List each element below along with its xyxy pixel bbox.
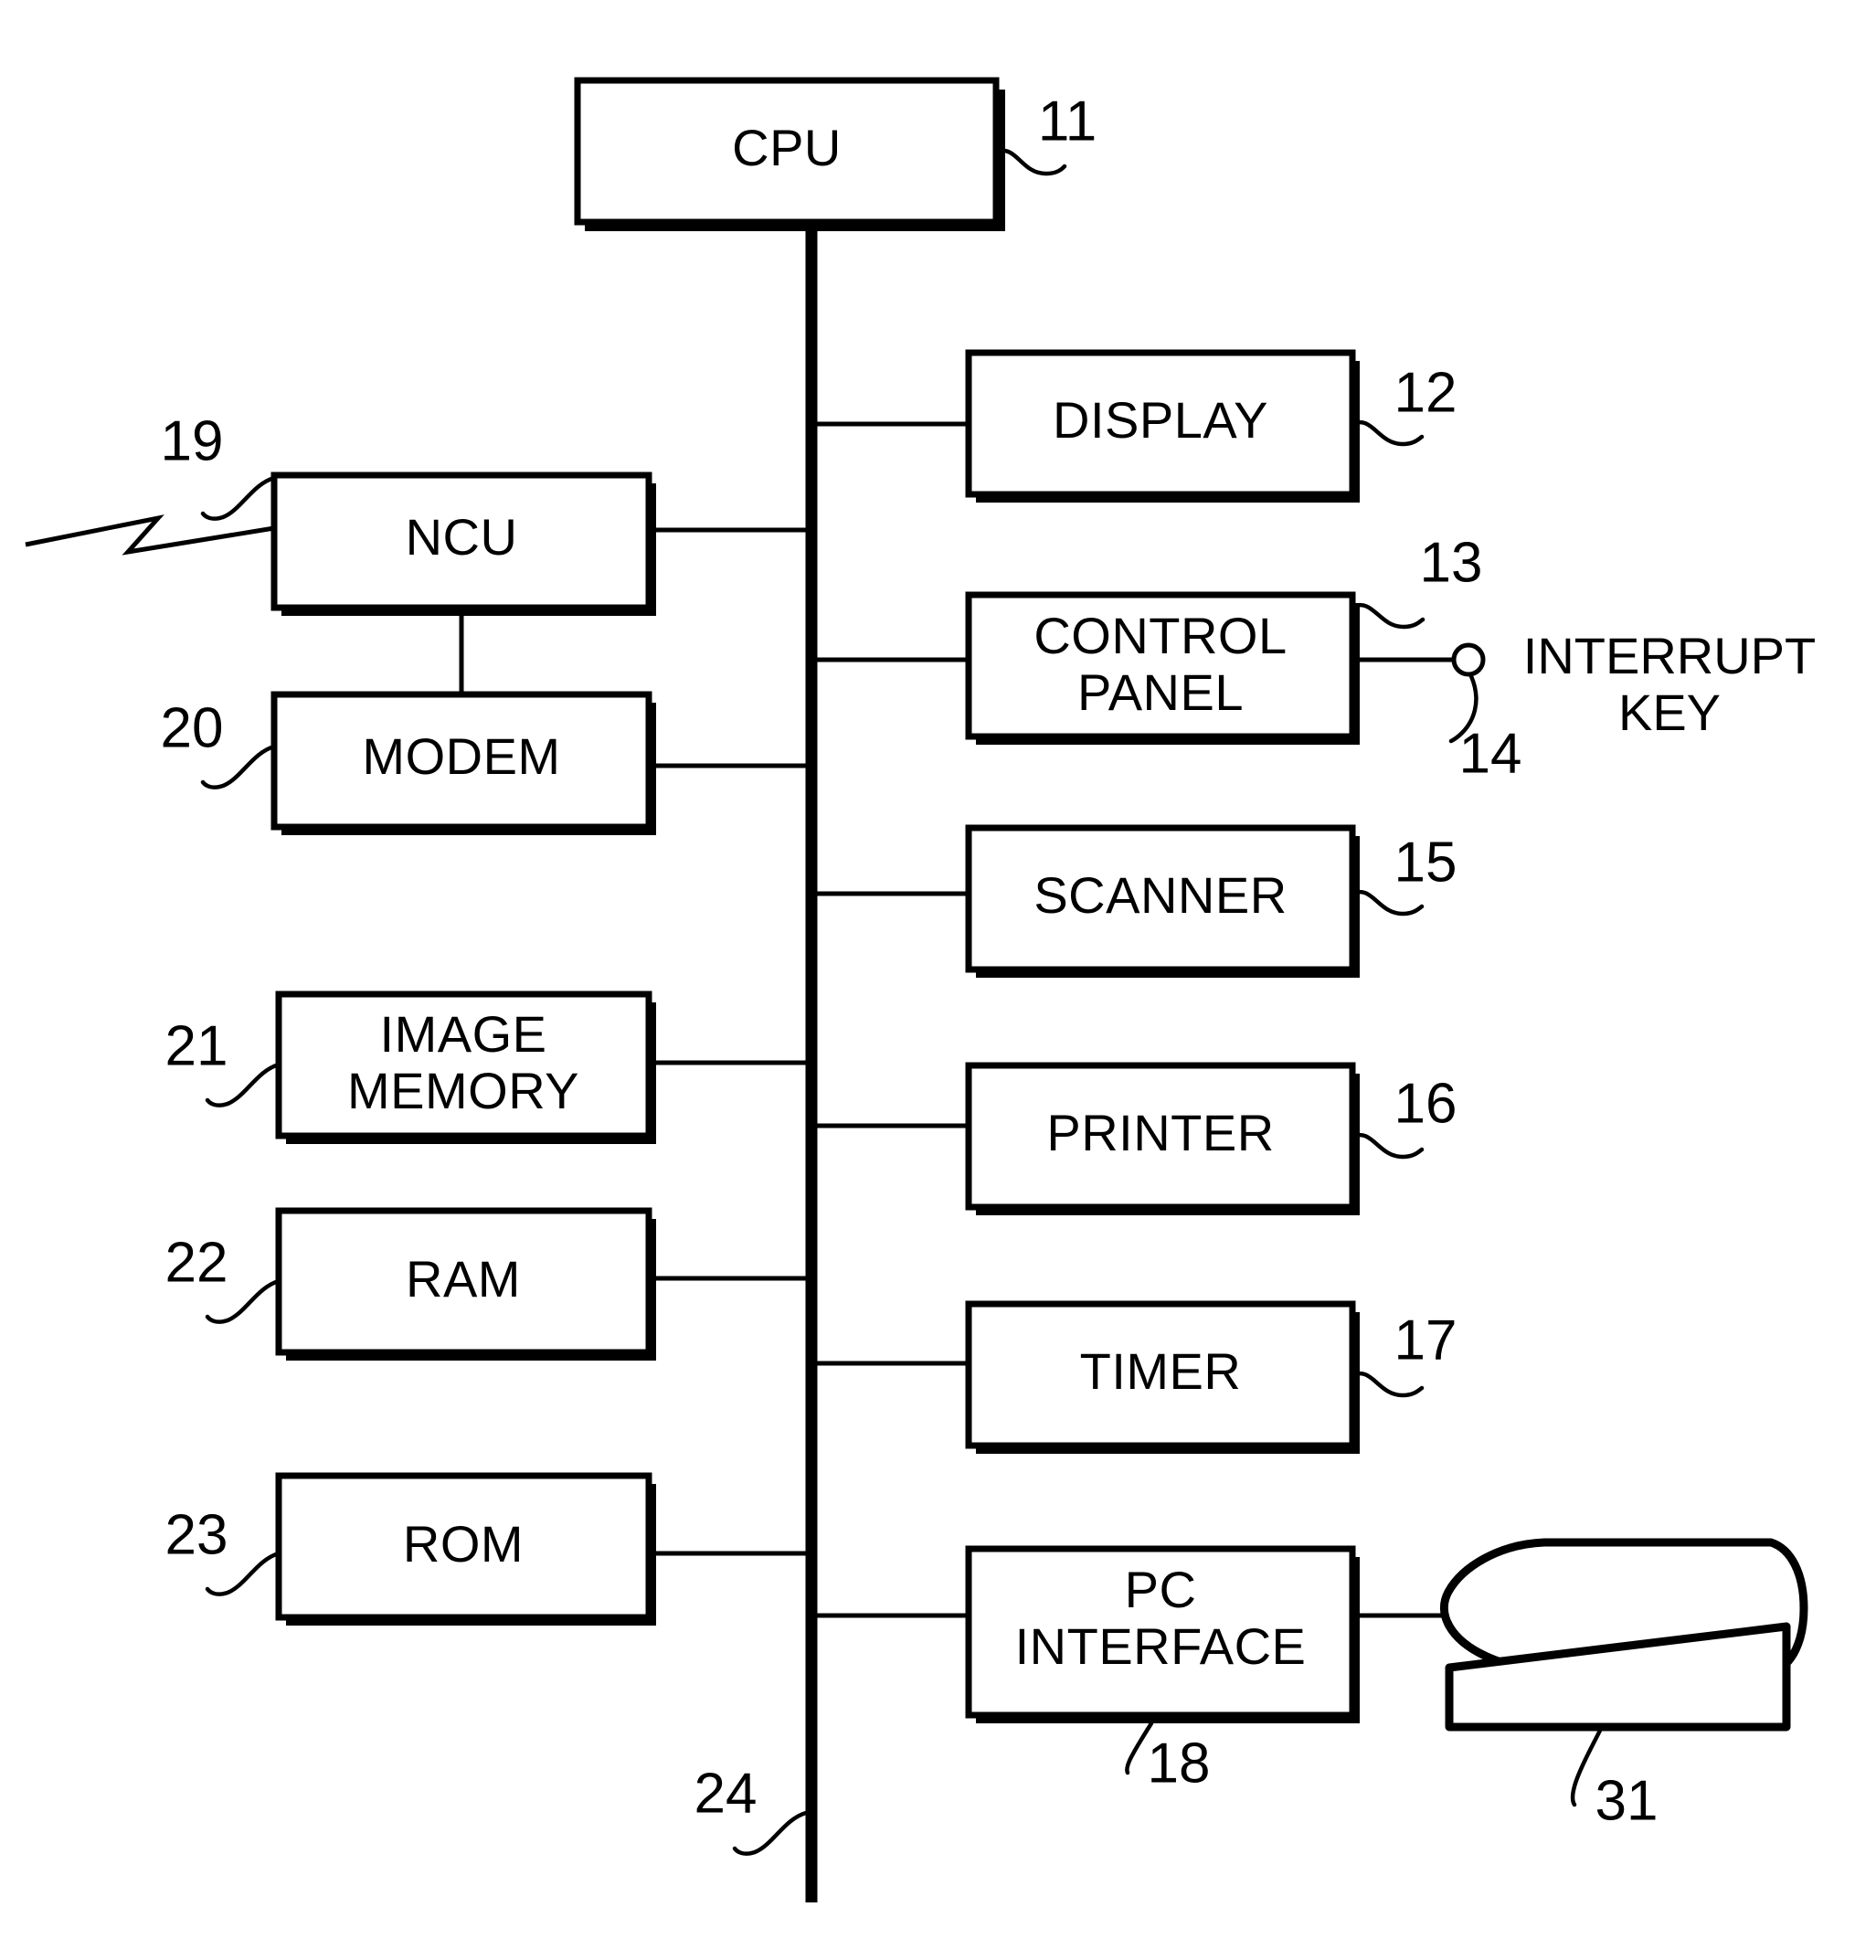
block-display[interactable]: DISPLAY xyxy=(965,349,1360,503)
block-timer[interactable]: TIMER xyxy=(965,1300,1360,1454)
ref-13: 13 xyxy=(1350,531,1483,630)
ref-number-19: 19 xyxy=(161,409,224,472)
block-scanner-label: SCANNER xyxy=(1033,866,1287,924)
block-image-memory-label-line1: IMAGE xyxy=(380,1005,547,1063)
block-cpu[interactable]: CPU xyxy=(574,77,1005,231)
block-image-memory[interactable]: IMAGE MEMORY xyxy=(275,991,656,1144)
ref-number-18: 18 xyxy=(1148,1732,1211,1795)
ref-14: 14 xyxy=(1448,673,1522,785)
ref-number-15: 15 xyxy=(1394,831,1457,894)
ref-number-16: 16 xyxy=(1394,1072,1457,1135)
block-modem-label: MODEM xyxy=(362,727,560,785)
ref-12: 12 xyxy=(1350,361,1457,447)
block-scanner[interactable]: SCANNER xyxy=(965,824,1360,978)
interrupt-key-terminal xyxy=(1451,642,1486,677)
ref-number-31: 31 xyxy=(1595,1769,1659,1832)
ref-16: 16 xyxy=(1350,1072,1457,1160)
block-control-panel[interactable]: CONTROL PANEL xyxy=(965,591,1360,745)
figure-canvas: CPU 11 DISPLAY 12 CONTROL PANEL 13 INTER… xyxy=(0,0,1876,1960)
ref-11: 11 xyxy=(993,90,1097,176)
ref-number-22: 22 xyxy=(165,1231,228,1294)
block-printer[interactable]: PRINTER xyxy=(965,1062,1360,1215)
block-ram-label: RAM xyxy=(406,1250,521,1308)
interrupt-key-label-line2: KEY xyxy=(1618,683,1721,741)
ref-15: 15 xyxy=(1350,831,1457,916)
ref-number-20: 20 xyxy=(161,696,224,759)
ref-21: 21 xyxy=(165,1014,281,1107)
block-control-panel-label-line1: CONTROL xyxy=(1033,607,1287,664)
block-pc-interface[interactable]: PC INTERFACE xyxy=(965,1545,1360,1723)
ref-20: 20 xyxy=(161,696,277,789)
ref-31: 31 xyxy=(1570,1724,1659,1832)
block-ncu-label: NCU xyxy=(406,508,518,566)
telephone-line xyxy=(25,514,275,556)
ref-number-12: 12 xyxy=(1394,361,1457,424)
block-ncu[interactable]: NCU xyxy=(270,471,656,616)
interrupt-key-label-line1: INTERRUPT xyxy=(1523,627,1816,684)
block-rom[interactable]: ROM xyxy=(275,1472,656,1626)
ref-24: 24 xyxy=(694,1762,809,1856)
block-pc-interface-label-line1: PC xyxy=(1125,1561,1197,1618)
ref-number-11: 11 xyxy=(1038,90,1097,153)
ref-number-13: 13 xyxy=(1420,531,1483,594)
personal-computer-illustration xyxy=(1440,1538,1808,1732)
block-modem[interactable]: MODEM xyxy=(270,691,656,835)
block-control-panel-label-line2: PANEL xyxy=(1077,663,1244,721)
ref-number-17: 17 xyxy=(1394,1308,1457,1372)
ref-23: 23 xyxy=(165,1503,281,1596)
block-timer-label: TIMER xyxy=(1080,1342,1242,1400)
block-cpu-label: CPU xyxy=(732,119,842,176)
block-ram[interactable]: RAM xyxy=(275,1207,656,1361)
ref-number-23: 23 xyxy=(165,1503,228,1566)
block-rom-label: ROM xyxy=(403,1515,524,1573)
block-printer-label: PRINTER xyxy=(1046,1104,1274,1161)
ref-17: 17 xyxy=(1350,1308,1457,1398)
block-image-memory-label-line2: MEMORY xyxy=(347,1062,579,1119)
block-display-label: DISPLAY xyxy=(1053,391,1268,449)
block-diagram: CPU 11 DISPLAY 12 CONTROL PANEL 13 INTER… xyxy=(25,77,1816,1902)
ref-number-14: 14 xyxy=(1459,722,1522,785)
ref-number-21: 21 xyxy=(165,1014,228,1077)
ref-18: 18 xyxy=(1125,1721,1211,1795)
ref-number-24: 24 xyxy=(694,1762,758,1825)
ref-19: 19 xyxy=(161,409,277,521)
ref-22: 22 xyxy=(165,1231,281,1324)
block-pc-interface-label-line2: INTERFACE xyxy=(1015,1617,1307,1675)
